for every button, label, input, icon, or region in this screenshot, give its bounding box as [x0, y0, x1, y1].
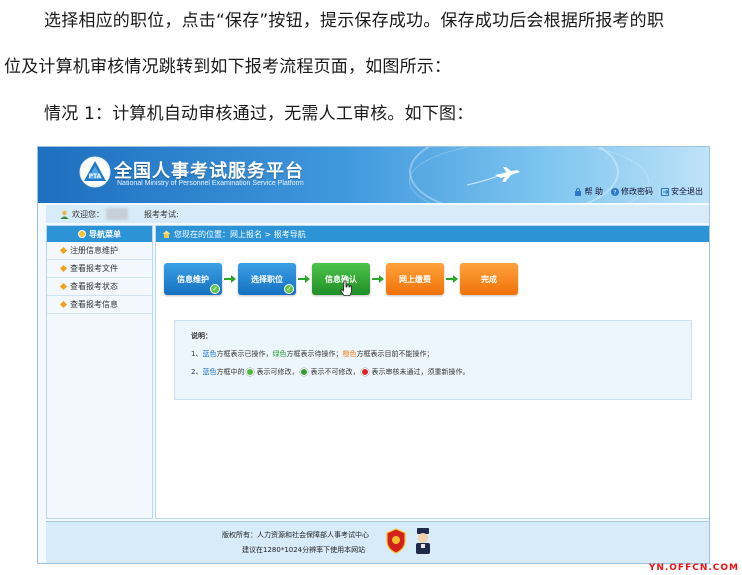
user-avatar-icon: [60, 210, 69, 219]
blue-word: 蓝色: [202, 368, 217, 376]
site-subtitle: National Ministry of Personnel Examinati…: [117, 180, 304, 187]
rejected-alert-icon: [361, 368, 370, 376]
blurred-username: [106, 208, 128, 220]
welcome-label: 欢迎您：: [72, 209, 104, 219]
national-emblem-icon: [386, 528, 406, 554]
svg-text:PTA: PTA: [89, 173, 102, 180]
watermark: YN.OFFCN.COM: [648, 563, 739, 573]
screenshot-figure: PTA 全国人事考试服务平台 National Ministry of Pers…: [37, 146, 710, 564]
police-badge-icon: [416, 528, 430, 554]
note-text: 表示审核未通过，须重新操作。: [371, 368, 470, 376]
instructions-box: 说明： 1、 蓝色 方框表示已操作， 绿色 方框表示待操作； 橙色 方框表示目前…: [174, 320, 692, 400]
locked-minus-icon: [300, 368, 309, 376]
check-icon: ✓: [210, 284, 220, 294]
exam-label: 报考考试:: [144, 209, 179, 219]
process-steps: 信息维护 ✓ 选择职位 ✓ 信息确认 网上缴费 完成: [164, 263, 518, 296]
user-bar: 欢迎您： 报考考试:: [46, 205, 709, 223]
arrow-right-icon: [298, 275, 310, 283]
note-text: 方框表示待操作；: [286, 350, 343, 358]
airplane-icon: [466, 167, 520, 186]
bullet-icon: [59, 246, 68, 255]
breadcrumb: 您现在的位置：网上报名 > 报考导航: [156, 226, 709, 242]
bullet-icon: [59, 300, 68, 309]
bullet-icon: [59, 264, 68, 273]
question-icon: ?: [611, 187, 619, 196]
arrow-right-icon: [372, 275, 384, 283]
paragraph-3: 情况 1：计算机自动审核通过，无需人工审核。如下图：: [44, 104, 474, 124]
note-text: 方框表示目前不能操作；: [356, 350, 434, 358]
hand-cursor-icon: [340, 280, 352, 296]
arrow-right-icon: [224, 275, 236, 283]
help-link-label: 帮 助: [584, 187, 603, 196]
instructions-line-2: 2、 蓝色 方框中的 表示可修改， 表示不可修改， 表示审核未通过，须重新操作。: [191, 367, 469, 377]
paragraph-1: 选择相应的职位，点击“保存”按钮，提示保存成功。保存成功后会根据所报考的职: [44, 11, 665, 31]
note-text: 表示不可修改，: [310, 368, 360, 376]
lock-icon: [575, 187, 582, 196]
line-prefix: 2、: [191, 368, 203, 376]
green-word: 绿色: [272, 350, 287, 358]
step-select-position[interactable]: 选择职位 ✓: [238, 263, 296, 295]
paragraph-2: 位及计算机审核情况跳转到如下报考流程页面，如图所示：: [4, 57, 452, 77]
sidebar-item-label: 查看报考状态: [70, 282, 118, 291]
sidebar-item-label: 注册信息维护: [70, 246, 118, 255]
resolution-note: 建议在1280*1024分辨率下使用本网站: [242, 546, 366, 554]
sidebar-item-label: 查看报考信息: [70, 300, 118, 309]
step-info-maintain[interactable]: 信息维护 ✓: [164, 263, 222, 295]
sidebar-item-exam-files[interactable]: 查看报考文件: [47, 260, 152, 278]
sidebar-item-exam-status[interactable]: 查看报考状态: [47, 278, 152, 296]
breadcrumb-text: 您现在的位置：网上报名 > 报考导航: [174, 229, 306, 239]
note-text: 方框中的: [216, 368, 245, 376]
svg-text:?: ?: [613, 189, 616, 196]
note-text: 表示可修改，: [256, 368, 299, 376]
step-label: 完成: [481, 274, 497, 284]
copyright-text: 版权所有：人力资源和社会保障部人事考试中心: [222, 531, 369, 539]
site-banner: PTA 全国人事考试服务平台 National Ministry of Pers…: [38, 147, 709, 221]
step-complete[interactable]: 完成: [460, 263, 518, 295]
pta-logo-icon: PTA: [79, 156, 111, 188]
sidebar-header-label: 导航菜单: [89, 229, 121, 239]
site-footer: 版权所有：人力资源和社会保障部人事考试中心 建议在1280*1024分辨率下使用…: [46, 521, 709, 563]
home-icon: [162, 230, 171, 238]
blue-word: 蓝色: [202, 350, 217, 358]
sidebar-item-label: 查看报考文件: [70, 264, 118, 273]
logout-link[interactable]: 安全退出: [661, 186, 703, 197]
menu-icon: [78, 230, 86, 238]
sidebar-item-registration[interactable]: 注册信息维护: [47, 242, 152, 260]
step-label: 信息维护: [177, 274, 209, 284]
sidebar-header: 导航菜单: [47, 226, 152, 242]
top-links: 帮 助 ? 修改密码 安全退出: [574, 186, 703, 197]
editable-check-icon: [246, 368, 255, 376]
step-label: 选择职位: [251, 274, 283, 284]
logout-label: 安全退出: [671, 187, 703, 196]
help-link[interactable]: 帮 助: [574, 186, 603, 197]
bullet-icon: [59, 282, 68, 291]
change-password-link[interactable]: ? 修改密码: [611, 186, 653, 197]
exit-icon: [661, 187, 669, 196]
note-text: 方框表示已操作，: [216, 350, 273, 358]
arrow-right-icon: [446, 275, 458, 283]
change-password-label: 修改密码: [621, 187, 653, 196]
instructions-title: 说明：: [191, 332, 212, 340]
sidebar-item-exam-info[interactable]: 查看报考信息: [47, 296, 152, 314]
orange-word: 橙色: [342, 350, 357, 358]
instructions-line-1: 1、 蓝色 方框表示已操作， 绿色 方框表示待操作； 橙色 方框表示目前不能操作…: [191, 349, 433, 359]
sidebar: 导航菜单 注册信息维护 查看报考文件 查看报考状态 查看报考信息: [46, 225, 153, 519]
main-panel: 您现在的位置：网上报名 > 报考导航 信息维护 ✓ 选择职位 ✓ 信息确认 网上…: [155, 225, 709, 519]
check-icon: ✓: [284, 284, 294, 294]
step-online-payment[interactable]: 网上缴费: [386, 263, 444, 295]
step-label: 网上缴费: [399, 274, 431, 284]
line-prefix: 1、: [191, 350, 203, 358]
step-info-confirm[interactable]: 信息确认: [312, 263, 370, 296]
